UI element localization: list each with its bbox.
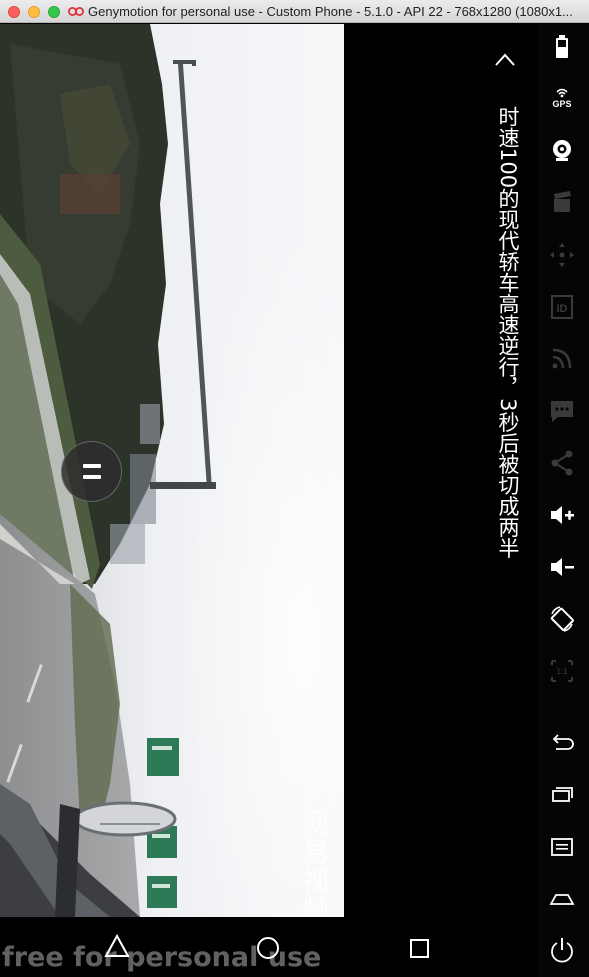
share-icon [551, 450, 573, 476]
volume-down-button[interactable] [544, 550, 580, 584]
menu-icon [551, 838, 573, 856]
volume-up-button[interactable] [544, 498, 580, 532]
home-icon [549, 894, 575, 905]
gps-button[interactable]: GPS [544, 82, 580, 116]
floating-menu-button[interactable] [61, 441, 122, 502]
rss-icon [552, 348, 572, 369]
close-window-button[interactable] [8, 6, 20, 18]
id-icon: ID [551, 295, 573, 319]
nav-recents-button[interactable] [401, 928, 437, 964]
back-icon [552, 734, 574, 750]
video-watermark: 网易视频 [297, 809, 328, 917]
video-caption: 时速100的现代轿车高速逆行，3秒后被切成两半 [496, 106, 520, 559]
dpad-button[interactable] [544, 238, 580, 272]
recent-apps-button[interactable] [544, 778, 580, 812]
sms-button[interactable] [544, 394, 580, 428]
genymotion-window: Genymotion for personal use - Custom Pho… [0, 0, 589, 977]
webcam-icon [553, 140, 571, 161]
video-frame-image [0, 24, 344, 917]
window-title-bar: Genymotion for personal use - Custom Pho… [0, 0, 589, 23]
battery-icon [556, 35, 568, 58]
dpad-icon [550, 243, 574, 267]
zoom-window-button[interactable] [48, 6, 60, 18]
network-button[interactable] [544, 342, 580, 376]
identifiers-button[interactable]: ID [544, 290, 580, 324]
square-recents-icon [410, 939, 429, 958]
id-label: ID [557, 303, 568, 315]
window-title: Genymotion for personal use - Custom Pho… [88, 4, 573, 19]
gps-label: GPS [552, 99, 571, 109]
power-button[interactable] [544, 934, 580, 968]
back-button[interactable] [544, 726, 580, 760]
pixel-perfect-button[interactable]: 1:1 [544, 654, 580, 688]
scale-label: 1:1 [556, 667, 568, 676]
scale-icon: 1:1 [551, 660, 573, 682]
gps-icon: GPS [552, 88, 572, 109]
recent-apps-icon [552, 787, 573, 802]
rotate-icon [550, 606, 574, 632]
message-icon [551, 401, 573, 422]
webcam-button[interactable] [544, 134, 580, 168]
power-icon [551, 938, 573, 963]
share-button[interactable] [544, 446, 580, 480]
license-watermark: free for personal use [2, 942, 322, 973]
home-button[interactable] [544, 882, 580, 916]
genymotion-logo-icon [68, 7, 84, 16]
rotate-button[interactable] [544, 602, 580, 636]
screencast-button[interactable] [544, 186, 580, 220]
clapperboard-icon [554, 191, 571, 212]
volume-down-icon [551, 558, 574, 576]
minimize-window-button[interactable] [28, 6, 40, 18]
battery-button[interactable] [544, 30, 580, 64]
chevron-up-icon[interactable] [494, 50, 516, 68]
video-player[interactable]: 网易视频 [0, 24, 344, 917]
menu-button[interactable] [544, 830, 580, 864]
equals-icon [83, 464, 101, 479]
volume-up-icon [551, 506, 574, 524]
